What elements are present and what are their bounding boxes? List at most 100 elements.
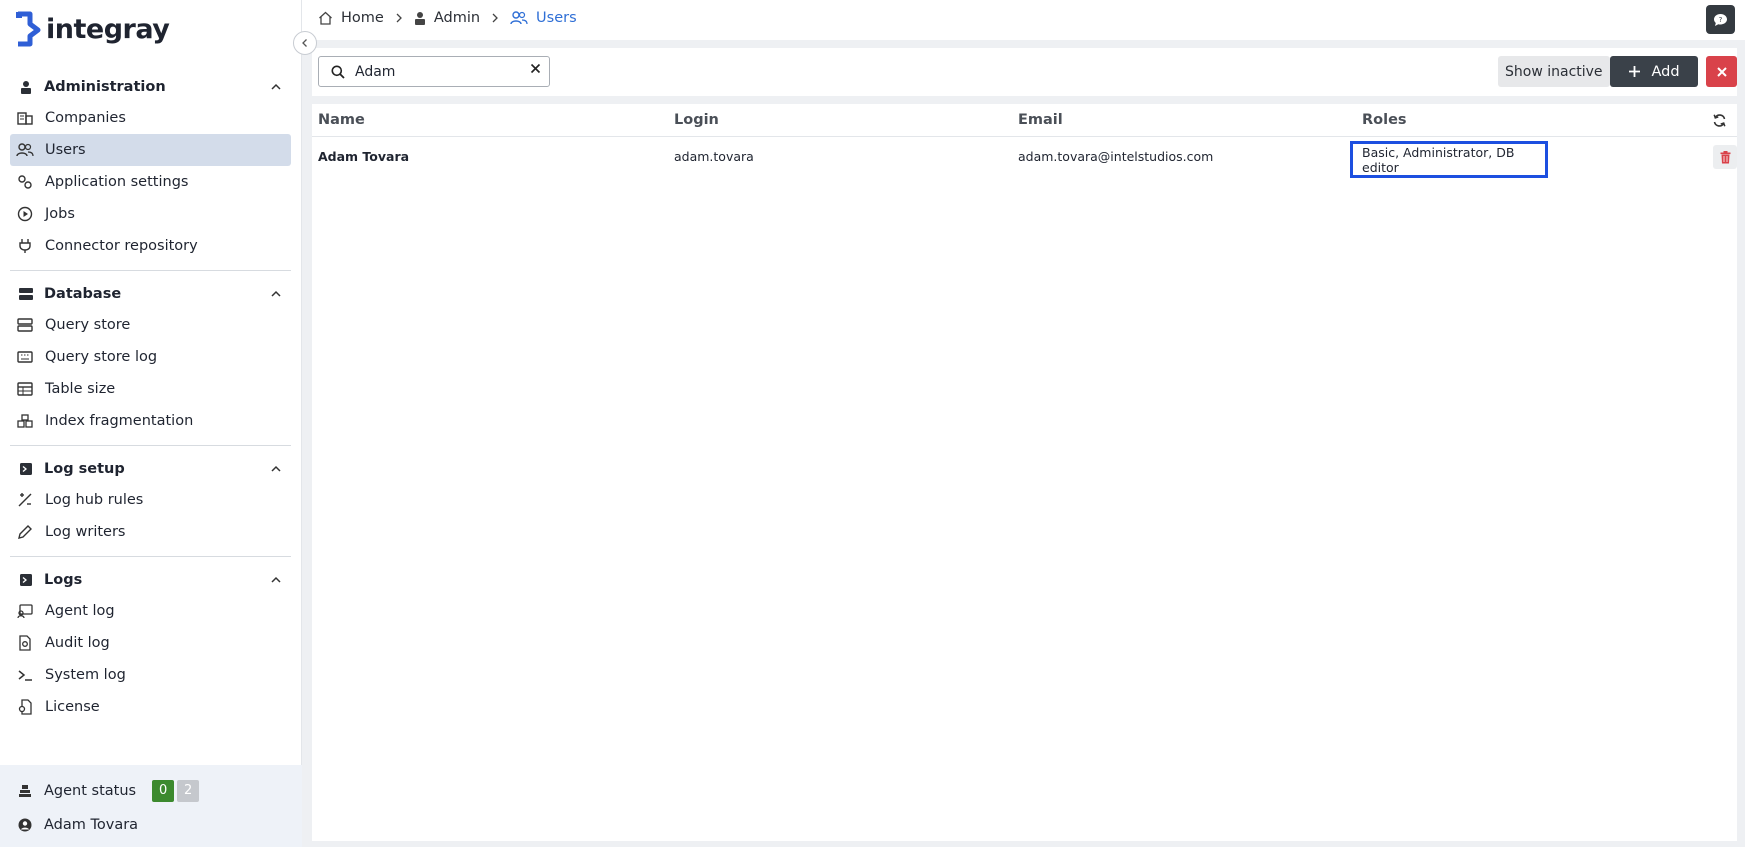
sidebar-footer: Agent status 0 2 Adam Tovara [0,765,302,847]
sidebar-item-companies[interactable]: Companies [10,102,291,134]
chevron-left-icon [302,39,307,47]
sidebar-item-query-store-log[interactable]: Query store log [10,341,291,373]
chevron-up-icon[interactable] [269,80,283,94]
search-input[interactable] [355,63,515,80]
breadcrumb: Home Admin Users [318,10,577,26]
admin-icon [414,12,425,25]
add-user-button[interactable]: Add [1610,56,1698,87]
table-row[interactable]: Adam Tovara adam.tovara adam.tovara@inte… [312,137,1737,178]
sidebar-item-jobs[interactable]: Jobs [10,198,291,230]
clear-search-icon[interactable] [530,63,541,74]
section-administration[interactable]: Administration [10,72,291,102]
chevron-right-icon [490,12,500,24]
sidebar-item-label: Audit log [45,635,110,651]
user-profile[interactable]: Adam Tovara [18,817,138,833]
file-search-icon [16,634,34,652]
sidebar-item-label: Connector repository [45,238,198,254]
column-header-email[interactable]: Email [1018,112,1063,128]
sidebar-item-connector-repository[interactable]: Connector repository [10,230,291,262]
show-inactive-button[interactable]: Show inactive [1498,56,1610,87]
sidebar-item-label: Users [45,142,86,158]
breadcrumb-home[interactable]: Home [318,10,384,26]
pencil-icon [16,523,34,541]
add-label: Add [1651,63,1680,80]
agent-status-other-badge: 2 [177,780,200,802]
table-header: Name Login Email Roles [312,104,1737,137]
license-icon [16,698,34,716]
column-header-name[interactable]: Name [318,112,365,128]
chat-icon: ? [1714,13,1727,26]
agent-icon [19,785,31,797]
integray-logo-icon [16,11,41,47]
breadcrumb-users[interactable]: Users [510,10,577,26]
chevron-right-icon [394,12,404,24]
sidebar-item-label: Companies [45,110,126,126]
users-icon [16,141,34,159]
search-box[interactable] [318,56,550,87]
column-header-roles[interactable]: Roles [1362,112,1407,128]
cell-email: adam.tovara@intelstudios.com [1018,149,1214,164]
search-icon [323,65,353,79]
close-icon [1716,66,1727,77]
divider [10,270,291,271]
chevron-up-icon[interactable] [269,573,283,587]
divider [10,445,291,446]
chevron-up-icon[interactable] [269,287,283,301]
database-icon [18,286,34,302]
users-icon [510,11,528,25]
sidebar-item-license[interactable]: License [10,691,291,723]
admin-icon [18,79,34,95]
toolbar: Show inactive Add [312,48,1737,96]
cubes-icon [16,412,34,430]
sidebar-item-label: Application settings [45,174,189,190]
section-database[interactable]: Database [10,279,291,309]
sidebar-item-log-writers[interactable]: Log writers [10,516,291,548]
sidebar-item-agent-log[interactable]: Agent log [10,595,291,627]
section-title: Database [44,286,122,302]
play-circle-icon [16,205,34,223]
breadcrumb-label: Admin [433,10,481,26]
server-icon [16,316,34,334]
agent-log-icon [16,602,34,620]
sidebar-item-audit-log[interactable]: Audit log [10,627,291,659]
sidebar-nav: Administration Companies Users Applicati… [10,72,291,723]
cell-roles: Basic, Administrator, DB editor [1362,144,1515,175]
refresh-icon[interactable] [1712,113,1727,128]
terminal-icon [16,666,34,684]
terminal-box-icon [18,572,34,588]
sidebar-item-index-fragmentation[interactable]: Index fragmentation [10,405,291,437]
plug-icon [16,237,34,255]
sidebar-item-label: Query store [45,317,131,333]
sidebar-item-label: Jobs [45,206,75,222]
svg-text:?: ? [1719,16,1723,24]
agent-status[interactable]: Agent status 0 2 [18,780,200,802]
logo[interactable]: integray [14,10,170,48]
column-header-login[interactable]: Login [674,112,719,128]
sidebar-item-table-size[interactable]: Table size [10,373,291,405]
sidebar-item-label: Log writers [45,524,126,540]
close-button[interactable] [1706,56,1737,87]
plus-icon [1629,66,1641,77]
cell-login: adam.tovara [674,149,754,164]
keyboard-icon [16,348,34,366]
sidebar-item-label: Agent log [45,603,115,619]
collapse-sidebar-button[interactable] [293,31,317,55]
sidebar-item-users[interactable]: Users [10,134,291,166]
agent-status-label: Agent status [44,783,137,799]
delete-row-button[interactable] [1713,145,1737,169]
sidebar-item-system-log[interactable]: System log [10,659,291,691]
sidebar-item-query-store[interactable]: Query store [10,309,291,341]
user-name: Adam Tovara [44,817,139,833]
section-title: Logs [44,572,83,588]
cell-roles-highlighted[interactable]: Basic, Administrator, DB editor [1350,141,1548,178]
chevron-up-icon[interactable] [269,462,283,476]
users-table: Name Login Email Roles Adam Tovara adam.… [312,104,1737,841]
breadcrumb-admin[interactable]: Admin [414,10,480,26]
breadcrumb-label: Users [536,10,577,26]
feedback-button[interactable]: ? [1706,5,1735,34]
sidebar-item-log-hub-rules[interactable]: Log hub rules [10,484,291,516]
sidebar-item-application-settings[interactable]: Application settings [10,166,291,198]
cell-name: Adam Tovara [318,149,410,164]
section-logs[interactable]: Logs [10,565,291,595]
section-log-setup[interactable]: Log setup [10,454,291,484]
